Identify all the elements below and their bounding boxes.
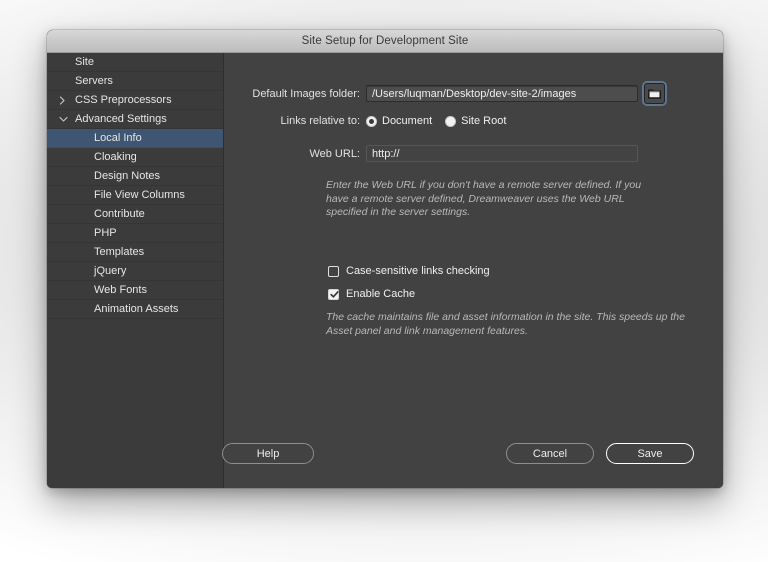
- sidebar-item-label: Cloaking: [94, 151, 137, 163]
- sidebar-item-label: File View Columns: [94, 189, 185, 201]
- sidebar-item-local-info[interactable]: Local Info: [47, 129, 223, 148]
- images-folder-row: Default Images folder: /Users/luqman/Des…: [224, 83, 723, 104]
- sidebar-item-label: Design Notes: [94, 170, 160, 182]
- cancel-button[interactable]: Cancel: [506, 443, 594, 464]
- sidebar-item-advanced-settings[interactable]: Advanced Settings: [47, 110, 223, 129]
- sidebar-item-label: Local Info: [94, 132, 142, 144]
- chevron-right-icon[interactable]: [59, 96, 69, 105]
- sidebar-item-php[interactable]: PHP: [47, 224, 223, 243]
- links-relative-label: Links relative to:: [224, 115, 360, 127]
- sidebar-item-label: Templates: [94, 246, 144, 258]
- radio-site-root-indicator: [445, 116, 456, 127]
- sidebar-item-label: jQuery: [94, 265, 126, 277]
- radio-document-label: Document: [382, 115, 432, 127]
- sidebar-item-label: CSS Preprocessors: [75, 94, 172, 106]
- browse-folder-button[interactable]: [644, 83, 665, 104]
- radio-option-site-root[interactable]: Site Root: [445, 115, 506, 127]
- dialog-title: Site Setup for Development Site: [302, 35, 469, 47]
- web-url-help-text: Enter the Web URL if you don't have a re…: [326, 179, 646, 220]
- links-relative-radio-group: Document Site Root: [366, 115, 506, 127]
- dialog-body: Site Servers CSS Preprocessors Advanced Set…: [47, 53, 723, 488]
- sidebar-item-servers[interactable]: Servers: [47, 72, 223, 91]
- sidebar-item-animation-assets[interactable]: Animation Assets: [47, 300, 223, 319]
- sidebar-item-web-fonts[interactable]: Web Fonts: [47, 281, 223, 300]
- sidebar-item-contribute[interactable]: Contribute: [47, 205, 223, 224]
- folder-icon: [648, 88, 661, 99]
- enable-cache-checkbox-row[interactable]: Enable Cache: [328, 288, 415, 300]
- sidebar-item-cloaking[interactable]: Cloaking: [47, 148, 223, 167]
- radio-site-root-label: Site Root: [461, 115, 506, 127]
- enable-cache-label: Enable Cache: [346, 288, 415, 300]
- radio-option-document[interactable]: Document: [366, 115, 432, 127]
- chevron-down-icon[interactable]: [59, 116, 69, 123]
- sidebar-item-design-notes[interactable]: Design Notes: [47, 167, 223, 186]
- save-button[interactable]: Save: [606, 443, 694, 464]
- checkmark-icon: [330, 290, 339, 299]
- sidebar-item-site[interactable]: Site: [47, 53, 223, 72]
- web-url-label: Web URL:: [224, 148, 360, 160]
- sidebar-item-label: Contribute: [94, 208, 145, 220]
- images-folder-label: Default Images folder:: [224, 88, 360, 100]
- web-url-row: Web URL: http://: [224, 145, 723, 162]
- dialog-titlebar: Site Setup for Development Site: [47, 30, 723, 53]
- web-url-input[interactable]: http://: [366, 145, 638, 162]
- case-sensitive-checkbox[interactable]: [328, 266, 339, 277]
- site-setup-dialog: Site Setup for Development Site Site Serv…: [47, 30, 723, 488]
- help-button[interactable]: Help: [222, 443, 314, 464]
- sidebar-item-label: Servers: [75, 75, 113, 87]
- sidebar-item-templates[interactable]: Templates: [47, 243, 223, 262]
- case-sensitive-label: Case-sensitive links checking: [346, 265, 490, 277]
- settings-content-pane: Default Images folder: /Users/luqman/Des…: [224, 53, 723, 488]
- sidebar-item-css-preprocessors[interactable]: CSS Preprocessors: [47, 91, 223, 110]
- sidebar-item-label: Site: [75, 56, 94, 68]
- case-sensitive-checkbox-row[interactable]: Case-sensitive links checking: [328, 265, 490, 277]
- settings-sidebar: Site Servers CSS Preprocessors Advanced Set…: [47, 53, 224, 488]
- sidebar-item-file-view-columns[interactable]: File View Columns: [47, 186, 223, 205]
- sidebar-item-label: PHP: [94, 227, 117, 239]
- sidebar-item-jquery[interactable]: jQuery: [47, 262, 223, 281]
- radio-document-indicator: [366, 116, 377, 127]
- sidebar-item-label: Web Fonts: [94, 284, 147, 296]
- images-folder-input[interactable]: /Users/luqman/Desktop/dev-site-2/images: [366, 85, 638, 102]
- enable-cache-checkbox[interactable]: [328, 289, 339, 300]
- links-relative-row: Links relative to: Document Site Root: [224, 115, 723, 127]
- cache-help-text: The cache maintains file and asset infor…: [326, 311, 706, 338]
- sidebar-empty-area: [47, 319, 223, 488]
- sidebar-item-label: Animation Assets: [94, 303, 178, 315]
- sidebar-item-label: Advanced Settings: [75, 113, 167, 125]
